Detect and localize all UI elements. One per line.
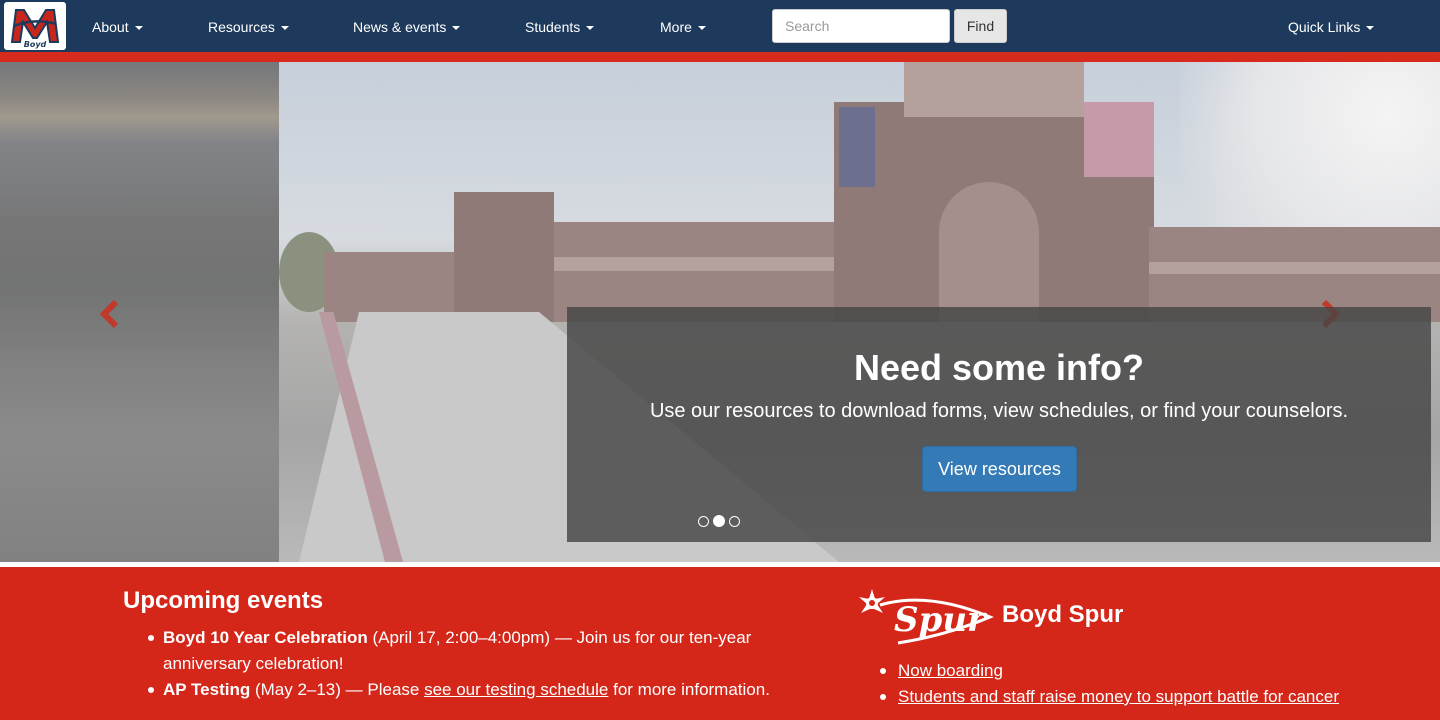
event-item: AP Testing (May 2–13) — Please see our t… (145, 677, 825, 703)
caret-down-icon (280, 26, 289, 31)
events-heading: Upcoming events (123, 587, 324, 614)
top-navbar: Boyd About Resources News & events Stude… (0, 0, 1440, 52)
building-left-wing (324, 252, 464, 322)
testing-schedule-link[interactable]: see our testing schedule (424, 680, 608, 699)
spur-heading: Boyd Spur (1002, 601, 1124, 628)
search-input[interactable] (772, 9, 950, 43)
chevron-left-icon (99, 299, 119, 329)
building-window-band (1149, 262, 1440, 274)
caret-down-icon (586, 26, 595, 31)
nav-news-events-label: News & events (353, 19, 447, 35)
carousel-indicator-3[interactable] (729, 516, 740, 527)
spur-link-now-boarding[interactable]: Now boarding (898, 661, 1003, 680)
caret-down-icon (452, 26, 461, 31)
nav-news-events[interactable]: News & events (353, 0, 461, 52)
carousel-indicator-2[interactable] (713, 515, 725, 527)
event-detail: (May 2–13) — Please (250, 680, 425, 699)
spur-logo[interactable]: Spur (858, 587, 998, 649)
carousel-prev-slide-image (0, 62, 279, 562)
spur-logo-mark: Spur (859, 589, 994, 645)
carousel-caption: Need some info? Use our resources to dow… (567, 307, 1431, 542)
caret-down-icon (697, 26, 706, 31)
news-section: Upcoming events Boyd 10 Year Celebration… (0, 567, 1440, 720)
carousel-indicators (698, 515, 740, 528)
navbar-accent-strip (0, 52, 1440, 62)
caret-down-icon (1366, 26, 1375, 31)
building-entrance-top (904, 62, 1084, 117)
caption-text: Use our resources to download forms, vie… (649, 400, 1349, 422)
find-button[interactable]: Find (954, 9, 1007, 43)
spur-list-item: Now boarding (880, 658, 1380, 684)
event-detail-end: for more information. (608, 680, 770, 699)
caret-down-icon (134, 26, 143, 31)
nav-about[interactable]: About (92, 0, 143, 52)
building-banner (839, 107, 875, 187)
carousel-indicator-1[interactable] (698, 516, 709, 527)
building-left-tower (454, 192, 554, 322)
caption-title: Need some info? (853, 347, 1145, 388)
nav-students-label: Students (525, 19, 581, 35)
building-entrance-arch (939, 182, 1039, 322)
nav-students[interactable]: Students (525, 0, 595, 52)
nav-more-label: More (660, 19, 692, 35)
building-window-band (554, 257, 844, 271)
nav-about-label: About (92, 19, 129, 35)
hero-carousel: Need some info? Use our resources to dow… (0, 62, 1440, 562)
nav-quick-links-label: Quick Links (1288, 19, 1361, 35)
carousel-prev-button[interactable] (96, 294, 126, 334)
nav-resources-label: Resources (208, 19, 275, 35)
spur-link-fundraiser[interactable]: Students and staff raise money to suppor… (898, 687, 1339, 706)
spur-list-item: Students and staff raise money to suppor… (880, 684, 1380, 710)
school-logo-mark: Boyd (6, 4, 64, 49)
view-resources-button[interactable]: View resources (922, 446, 1077, 492)
nav-quick-links[interactable]: Quick Links (1288, 0, 1375, 52)
events-list: Boyd 10 Year Celebration (April 17, 2:00… (145, 625, 825, 703)
spur-logo-text: Spur (894, 600, 987, 640)
school-logo-text: Boyd (24, 40, 47, 49)
building-banner (1084, 102, 1154, 177)
spur-star-icon (859, 589, 885, 613)
event-item: Boyd 10 Year Celebration (April 17, 2:00… (145, 625, 825, 677)
school-logo[interactable]: Boyd (4, 2, 66, 50)
event-name: Boyd 10 Year Celebration (163, 628, 368, 647)
spur-links-list: Now boarding Students and staff raise mo… (880, 658, 1380, 710)
nav-resources[interactable]: Resources (208, 0, 289, 52)
nav-more[interactable]: More (660, 0, 706, 52)
event-name: AP Testing (163, 680, 251, 699)
